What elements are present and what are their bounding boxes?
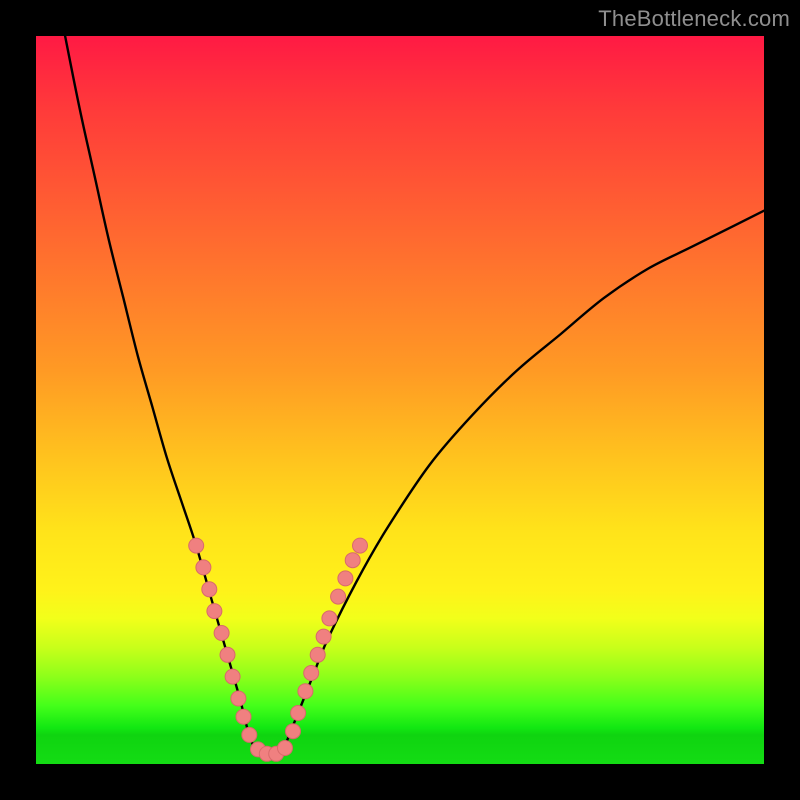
marker-dot <box>278 741 293 756</box>
marker-group <box>189 538 368 761</box>
curve-group <box>65 36 764 755</box>
plot-area <box>36 36 764 764</box>
marker-dot <box>189 538 204 553</box>
marker-dot <box>322 611 337 626</box>
marker-dot <box>353 538 368 553</box>
bottleneck-curve-path <box>65 36 764 755</box>
marker-dot <box>338 571 353 586</box>
chart-frame: TheBottleneck.com <box>0 0 800 800</box>
marker-dot <box>291 706 306 721</box>
bottleneck-curve-svg <box>36 36 764 764</box>
marker-dot <box>207 604 222 619</box>
marker-dot <box>286 724 301 739</box>
marker-dot <box>316 629 331 644</box>
marker-dot <box>231 691 246 706</box>
marker-dot <box>214 626 229 641</box>
marker-dot <box>298 684 313 699</box>
marker-dot <box>220 647 235 662</box>
marker-dot <box>345 553 360 568</box>
marker-dot <box>304 666 319 681</box>
marker-dot <box>225 669 240 684</box>
watermark-text: TheBottleneck.com <box>598 6 790 32</box>
marker-dot <box>331 589 346 604</box>
marker-dot <box>202 582 217 597</box>
marker-dot <box>242 727 257 742</box>
marker-dot <box>196 560 211 575</box>
marker-dot <box>310 647 325 662</box>
marker-dot <box>236 709 251 724</box>
